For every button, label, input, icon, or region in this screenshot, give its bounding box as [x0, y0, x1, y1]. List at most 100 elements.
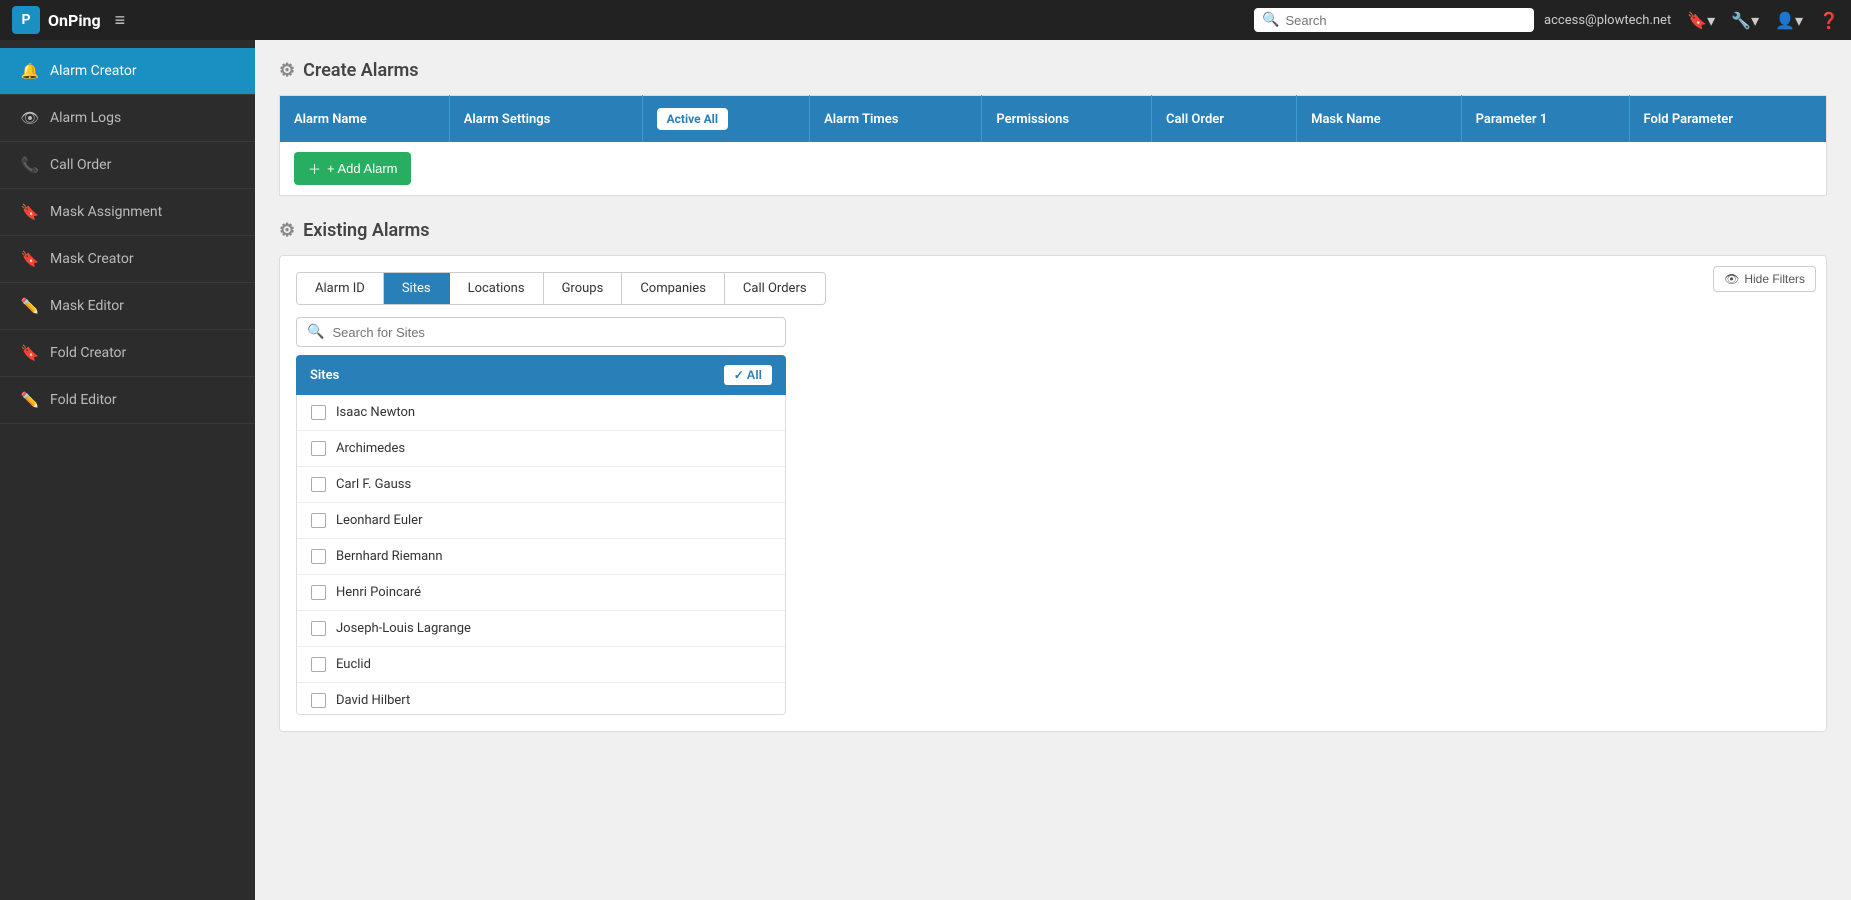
site-name: Joseph-Louis Lagrange — [336, 621, 471, 636]
sites-filter-box: 🔍 Sites ✓ All Isaac Newton Archimedes Carl… — [296, 317, 786, 715]
site-name: Leonhard Euler — [336, 513, 422, 528]
mask-editor-icon: ✏️ — [20, 297, 40, 315]
search-icon: 🔍 — [1262, 12, 1279, 28]
bookmark-icon[interactable]: 🔖▾ — [1687, 11, 1715, 30]
add-alarm-row: ＋ + Add Alarm — [280, 142, 1827, 196]
alarm-logs-icon: 👁 — [20, 109, 40, 127]
navbar: P OnPing ≡ 🔍 access@plowtech.net 🔖▾ 🔧▾ 👤… — [0, 0, 1851, 40]
list-item[interactable]: Archimedes — [297, 431, 785, 467]
user-area: access@plowtech.net 🔖▾ 🔧▾ 👤▾ ❓ — [1544, 11, 1839, 30]
search-box: 🔍 — [1254, 8, 1534, 32]
site-checkbox[interactable] — [311, 549, 326, 564]
sites-search-row: 🔍 — [296, 317, 786, 347]
existing-alarms-section: ⚙ Existing Alarms 👁 Hide Filters Alarm I… — [279, 220, 1827, 732]
sites-list-header: Sites ✓ All — [296, 355, 786, 395]
col-active-all: Active All — [642, 96, 810, 143]
eye-icon: 👁 — [1724, 272, 1739, 286]
sidebar: 🔔 Alarm Creator 👁 Alarm Logs 📞 Call Order 🔖 Mas… — [0, 40, 255, 900]
sidebar-item-mask-assignment[interactable]: 🔖 Mask Assignment — [0, 189, 255, 236]
create-alarms-table: Alarm Name Alarm Settings Active All Ala… — [279, 95, 1827, 196]
app-logo: P — [12, 6, 40, 34]
col-permissions: Permissions — [982, 96, 1152, 143]
col-fold-parameter: Fold Parameter — [1629, 96, 1826, 143]
sidebar-label-fold-editor: Fold Editor — [50, 392, 117, 408]
brand: P OnPing — [12, 6, 101, 34]
existing-alarms-title: Existing Alarms — [303, 220, 429, 241]
sidebar-item-mask-creator[interactable]: 🔖 Mask Creator — [0, 236, 255, 283]
col-call-order: Call Order — [1151, 96, 1296, 143]
list-item[interactable]: Joseph-Louis Lagrange — [297, 611, 785, 647]
hamburger-icon[interactable]: ≡ — [115, 10, 126, 31]
sidebar-label-alarm-creator: Alarm Creator — [50, 63, 137, 79]
sidebar-item-mask-editor[interactable]: ✏️ Mask Editor — [0, 283, 255, 330]
sidebar-label-mask-assignment: Mask Assignment — [50, 204, 162, 220]
existing-alarms-header: ⚙ Existing Alarms — [279, 220, 1827, 241]
user-email: access@plowtech.net — [1544, 13, 1671, 28]
site-name: Bernhard Riemann — [336, 549, 443, 564]
sidebar-label-alarm-logs: Alarm Logs — [50, 110, 121, 126]
brand-name: OnPing — [48, 11, 101, 30]
site-name: Euclid — [336, 657, 371, 672]
site-name: David Hilbert — [336, 693, 410, 708]
site-checkbox[interactable] — [311, 513, 326, 528]
site-name: Henri Poincaré — [336, 585, 421, 600]
fold-creator-icon: 🔖 — [20, 344, 40, 362]
sidebar-label-mask-creator: Mask Creator — [50, 251, 134, 267]
hide-filters-button[interactable]: 👁 Hide Filters — [1713, 266, 1816, 292]
site-checkbox[interactable] — [311, 405, 326, 420]
filter-tabs: Alarm IDSitesLocationsGroupsCompaniesCal… — [296, 272, 826, 305]
sidebar-item-fold-creator[interactable]: 🔖 Fold Creator — [0, 330, 255, 377]
call-order-icon: 📞 — [20, 156, 40, 174]
site-checkbox[interactable] — [311, 441, 326, 456]
site-checkbox[interactable] — [311, 585, 326, 600]
col-alarm-times: Alarm Times — [810, 96, 982, 143]
sites-list: Isaac Newton Archimedes Carl F. Gauss Leonh… — [296, 395, 786, 715]
sidebar-item-alarm-logs[interactable]: 👁 Alarm Logs — [0, 95, 255, 142]
col-alarm-name: Alarm Name — [280, 96, 450, 143]
list-item[interactable]: David Hilbert — [297, 683, 785, 715]
site-name: Carl F. Gauss — [336, 477, 411, 492]
list-item[interactable]: Bernhard Riemann — [297, 539, 785, 575]
add-alarm-button[interactable]: ＋ + Add Alarm — [294, 152, 411, 185]
filters-container: 👁 Hide Filters Alarm IDSitesLocationsGro… — [279, 255, 1827, 732]
search-input[interactable] — [1285, 13, 1526, 28]
alarm-creator-icon: 🔔 — [20, 62, 40, 80]
sites-search-icon: 🔍 — [307, 324, 324, 340]
site-checkbox[interactable] — [311, 621, 326, 636]
filter-tab-locations[interactable]: Locations — [450, 273, 544, 304]
sites-header-label: Sites — [310, 368, 339, 383]
sidebar-label-call-order: Call Order — [50, 157, 111, 173]
col-mask-name: Mask Name — [1297, 96, 1462, 143]
list-item[interactable]: Euclid — [297, 647, 785, 683]
site-checkbox[interactable] — [311, 477, 326, 492]
sidebar-label-fold-creator: Fold Creator — [50, 345, 126, 361]
main-content: ⚙ Create Alarms Alarm Name Alarm Setting… — [255, 40, 1851, 900]
filter-tab-alarm-id[interactable]: Alarm ID — [297, 273, 384, 304]
mask-assignment-icon: 🔖 — [20, 203, 40, 221]
user-icon[interactable]: 👤▾ — [1775, 11, 1803, 30]
filter-tab-companies[interactable]: Companies — [622, 273, 725, 304]
sidebar-item-call-order[interactable]: 📞 Call Order — [0, 142, 255, 189]
help-icon[interactable]: ❓ — [1819, 11, 1839, 30]
filter-tab-groups[interactable]: Groups — [544, 273, 623, 304]
filter-tab-sites[interactable]: Sites — [384, 273, 450, 304]
mask-creator-icon: 🔖 — [20, 250, 40, 268]
list-item[interactable]: Leonhard Euler — [297, 503, 785, 539]
sidebar-item-fold-editor[interactable]: ✏️Fold Editor — [0, 377, 255, 424]
wrench-icon[interactable]: 🔧▾ — [1731, 11, 1759, 30]
site-checkbox[interactable] — [311, 693, 326, 708]
table-header-row: Alarm Name Alarm Settings Active All Ala… — [280, 96, 1827, 143]
sidebar-label-mask-editor: Mask Editor — [50, 298, 124, 314]
active-all-badge[interactable]: Active All — [657, 108, 728, 130]
site-checkbox[interactable] — [311, 657, 326, 672]
existing-alarms-gear-icon: ⚙ — [279, 220, 295, 241]
sidebar-item-alarm-creator[interactable]: 🔔 Alarm Creator — [0, 48, 255, 95]
list-item[interactable]: Isaac Newton — [297, 395, 785, 431]
list-item[interactable]: Carl F. Gauss — [297, 467, 785, 503]
all-button[interactable]: ✓ All — [724, 365, 772, 385]
sites-search-input[interactable] — [332, 325, 775, 340]
site-name: Isaac Newton — [336, 405, 415, 420]
create-alarms-title: Create Alarms — [303, 60, 418, 81]
list-item[interactable]: Henri Poincaré — [297, 575, 785, 611]
filter-tab-call-orders[interactable]: Call Orders — [725, 273, 825, 304]
